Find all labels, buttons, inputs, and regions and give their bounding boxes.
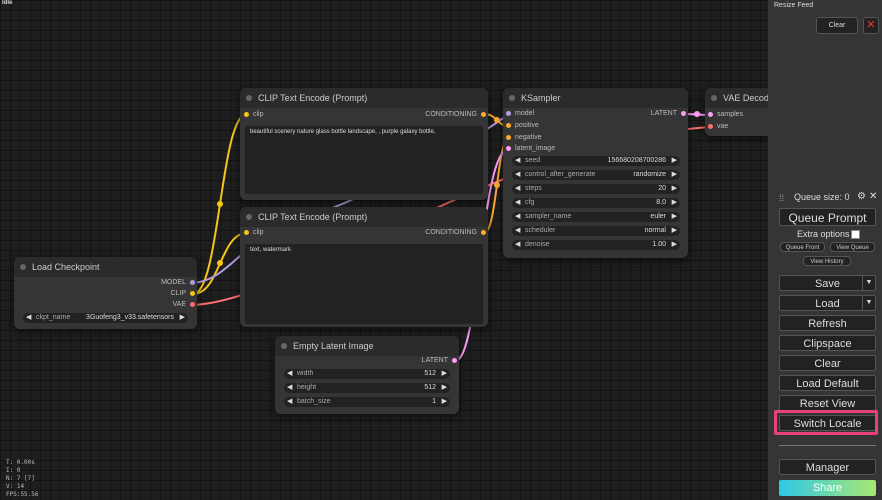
increment-arrow-icon[interactable]: ▶	[442, 369, 447, 379]
scheduler-widget[interactable]: ◀ scheduler normal ▶	[512, 226, 680, 236]
node-title[interactable]: CLIP Text Encode (Prompt)	[240, 88, 488, 108]
load-checkpoint-node[interactable]: Load Checkpoint MODEL CLIP VAE ◀ ckpt_nam…	[14, 257, 197, 329]
chevron-down-icon[interactable]: ▼	[862, 276, 875, 290]
decrement-arrow-icon[interactable]: ◀	[26, 313, 31, 323]
conditioning-output-slot[interactable]: CONDITIONING	[425, 228, 486, 238]
close-icon[interactable]: ✕	[863, 17, 879, 34]
decrement-arrow-icon[interactable]: ◀	[287, 397, 292, 407]
save-button[interactable]: Save ▼	[779, 275, 876, 291]
vae-output-slot[interactable]: VAE	[173, 300, 195, 310]
collapse-dot-icon[interactable]	[246, 95, 252, 101]
share-button[interactable]: Share	[779, 480, 876, 496]
refresh-button[interactable]: Refresh	[779, 315, 876, 331]
chevron-down-icon[interactable]: ▼	[862, 296, 875, 310]
node-title[interactable]: VAE Decode	[705, 88, 768, 108]
vae-decode-node[interactable]: VAE Decode samples vae	[705, 88, 768, 136]
decrement-arrow-icon[interactable]: ◀	[515, 156, 520, 166]
increment-arrow-icon[interactable]: ▶	[672, 184, 677, 194]
resize-feed-label: Resize Feed	[774, 2, 814, 9]
status-label: Idle	[2, 0, 13, 6]
close-menu-icon[interactable]: ✕	[869, 191, 877, 202]
node-title[interactable]: CLIP Text Encode (Prompt)	[240, 207, 488, 227]
clip-input-slot[interactable]: clip	[244, 110, 264, 120]
graph-canvas[interactable]: Idle CLIP Text Encode (Prompt) clip COND…	[0, 0, 768, 500]
switch-locale-highlight	[774, 410, 878, 435]
divider	[779, 445, 876, 446]
node-title[interactable]: Empty Latent Image	[275, 336, 459, 356]
decrement-arrow-icon[interactable]: ◀	[287, 369, 292, 379]
increment-arrow-icon[interactable]: ▶	[442, 383, 447, 393]
batch-size-widget[interactable]: ◀ batch_size 1 ▶	[284, 397, 450, 407]
control-after-generate-widget[interactable]: ◀ control_after_generate randomize ▶	[512, 170, 680, 180]
increment-arrow-icon[interactable]: ▶	[180, 313, 185, 323]
decrement-arrow-icon[interactable]: ◀	[287, 383, 292, 393]
width-widget[interactable]: ◀ width 512 ▶	[284, 369, 450, 379]
cfg-widget[interactable]: ◀ cfg 8.0 ▶	[512, 198, 680, 208]
increment-arrow-icon[interactable]: ▶	[672, 226, 677, 236]
collapse-dot-icon[interactable]	[246, 214, 252, 220]
queue-size-label: Queue size: 0	[794, 192, 850, 202]
samples-input-slot[interactable]: samples	[708, 110, 743, 120]
conditioning-output-slot[interactable]: CONDITIONING	[425, 110, 486, 120]
node-title[interactable]: Load Checkpoint	[14, 257, 197, 277]
vae-input-slot[interactable]: vae	[708, 122, 728, 132]
gear-icon[interactable]: ⚙	[857, 191, 866, 202]
empty-latent-image-node[interactable]: Empty Latent Image LATENT ◀ width 512 ▶ ◀ he…	[275, 336, 459, 414]
clipspace-button[interactable]: Clipspace	[779, 335, 876, 351]
latent-image-input-slot[interactable]: latent_image	[506, 144, 555, 154]
collapse-dot-icon[interactable]	[281, 343, 287, 349]
increment-arrow-icon[interactable]: ▶	[672, 240, 677, 250]
queue-prompt-button[interactable]: Queue Prompt	[779, 208, 876, 226]
clip-text-encode-node-positive[interactable]: CLIP Text Encode (Prompt) clip CONDITION…	[240, 88, 488, 200]
denoise-widget[interactable]: ◀ denoise 1.00 ▶	[512, 240, 680, 250]
prompt-textarea[interactable]: text, watermark	[245, 244, 483, 324]
latent-output-slot[interactable]: LATENT	[651, 109, 686, 119]
decrement-arrow-icon[interactable]: ◀	[515, 184, 520, 194]
increment-arrow-icon[interactable]: ▶	[672, 156, 677, 166]
height-widget[interactable]: ◀ height 512 ▶	[284, 383, 450, 393]
extra-options[interactable]: Extra options	[797, 229, 860, 240]
decrement-arrow-icon[interactable]: ◀	[515, 226, 520, 236]
collapse-dot-icon[interactable]	[711, 95, 717, 101]
view-queue-button[interactable]: View Queue	[830, 242, 875, 252]
node-title[interactable]: KSampler	[503, 88, 688, 108]
steps-widget[interactable]: ◀ steps 20 ▶	[512, 184, 680, 194]
reset-view-button[interactable]: Reset View	[779, 395, 876, 411]
positive-input-slot[interactable]: positive	[506, 121, 539, 131]
increment-arrow-icon[interactable]: ▶	[672, 198, 677, 208]
collapse-dot-icon[interactable]	[509, 95, 515, 101]
decrement-arrow-icon[interactable]: ◀	[515, 212, 520, 222]
load-default-button[interactable]: Load Default	[779, 375, 876, 391]
manager-button[interactable]: Manager	[779, 459, 876, 475]
view-history-button[interactable]: View History	[803, 256, 851, 266]
increment-arrow-icon[interactable]: ▶	[442, 397, 447, 407]
render-stats: T: 0.00s I: 0 N: 7 [7] V: 14 FPS:55.56	[6, 459, 39, 498]
model-output-slot[interactable]: MODEL	[161, 278, 195, 288]
model-input-slot[interactable]: model	[506, 109, 534, 119]
ksampler-node[interactable]: KSampler model positive negative latent_…	[503, 88, 688, 258]
clip-input-slot[interactable]: clip	[244, 228, 264, 238]
drag-handle-icon[interactable]: ⁞⁞	[779, 193, 784, 203]
increment-arrow-icon[interactable]: ▶	[672, 170, 677, 180]
queue-front-button[interactable]: Queue Front	[780, 242, 825, 252]
latent-output-slot[interactable]: LATENT	[422, 356, 457, 366]
clip-output-slot[interactable]: CLIP	[170, 289, 195, 299]
extra-options-checkbox[interactable]	[850, 230, 860, 240]
prompt-textarea[interactable]: beautiful scenery nature glass bottle la…	[245, 126, 483, 194]
clear-button[interactable]: Clear	[779, 355, 876, 371]
decrement-arrow-icon[interactable]: ◀	[515, 240, 520, 250]
load-button[interactable]: Load ▼	[779, 295, 876, 311]
increment-arrow-icon[interactable]: ▶	[672, 212, 677, 222]
collapse-dot-icon[interactable]	[20, 264, 26, 270]
clear-feed-button[interactable]: Clear	[816, 17, 858, 34]
negative-input-slot[interactable]: negative	[506, 133, 541, 143]
decrement-arrow-icon[interactable]: ◀	[515, 198, 520, 208]
sampler-name-widget[interactable]: ◀ sampler_name euler ▶	[512, 212, 680, 222]
clip-text-encode-node-negative[interactable]: CLIP Text Encode (Prompt) clip CONDITION…	[240, 207, 488, 327]
decrement-arrow-icon[interactable]: ◀	[515, 170, 520, 180]
seed-widget[interactable]: ◀ seed 156680208700286 ▶	[512, 156, 680, 166]
ckpt-name-widget[interactable]: ◀ ckpt_name 3Guofeng3_v33.safetensors ▶	[23, 313, 188, 323]
